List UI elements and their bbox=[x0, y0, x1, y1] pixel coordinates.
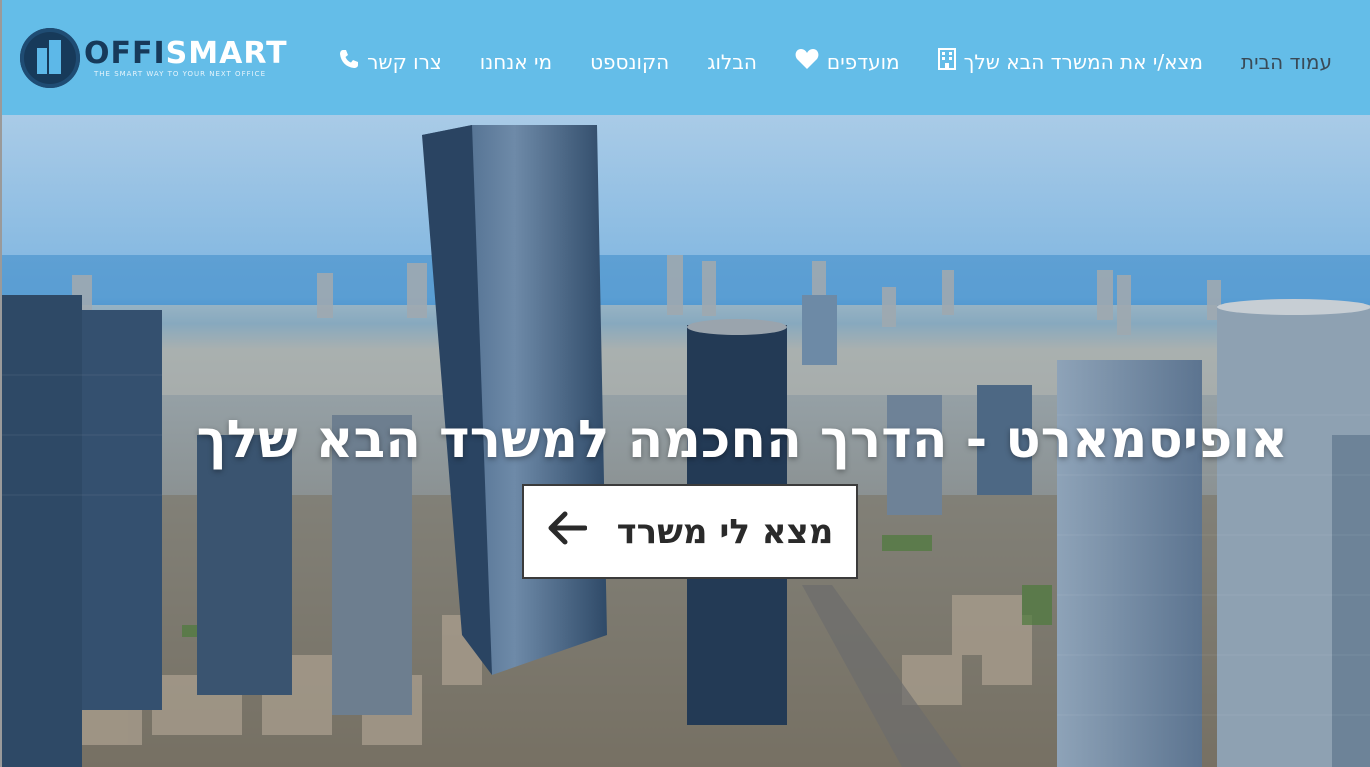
building-icon bbox=[937, 48, 956, 75]
logo-building-icon bbox=[20, 28, 80, 88]
nav-favorites[interactable]: מועדפים bbox=[795, 48, 900, 75]
logo-wordmark: OFFISMART bbox=[84, 35, 288, 71]
nav-contact[interactable]: צרו קשר bbox=[339, 49, 442, 74]
logo-tagline: THE SMART WAY TO YOUR NEXT OFFICE bbox=[94, 69, 266, 78]
phone-icon bbox=[339, 49, 359, 74]
find-office-button[interactable]: מצא לי משרד bbox=[522, 484, 858, 579]
hero-section: אופיסמארט - הדרך החכמה למשרד הבא שלך מצא… bbox=[2, 115, 1370, 767]
main-nav: עמוד הבית מצא/י את המשרד הבא שלך מועדפים… bbox=[301, 48, 1332, 75]
heart-icon bbox=[795, 48, 819, 75]
page: OFFISMART THE SMART WAY TO YOUR NEXT OFF… bbox=[0, 0, 1370, 767]
arrow-left-icon bbox=[547, 510, 588, 553]
logo[interactable]: OFFISMART THE SMART WAY TO YOUR NEXT OFF… bbox=[20, 26, 288, 90]
nav-find-office[interactable]: מצא/י את המשרד הבא שלך bbox=[937, 48, 1203, 75]
hero-title: אופיסמארט - הדרך החכמה למשרד הבא שלך bbox=[196, 409, 1288, 470]
nav-blog[interactable]: הבלוג bbox=[707, 50, 757, 74]
site-header: OFFISMART THE SMART WAY TO YOUR NEXT OFF… bbox=[2, 0, 1370, 115]
find-office-button-label: מצא לי משרד bbox=[616, 511, 834, 552]
nav-home[interactable]: עמוד הבית bbox=[1241, 50, 1332, 74]
nav-about[interactable]: מי אנחנו bbox=[480, 50, 552, 74]
nav-concept[interactable]: הקונספט bbox=[590, 50, 669, 74]
